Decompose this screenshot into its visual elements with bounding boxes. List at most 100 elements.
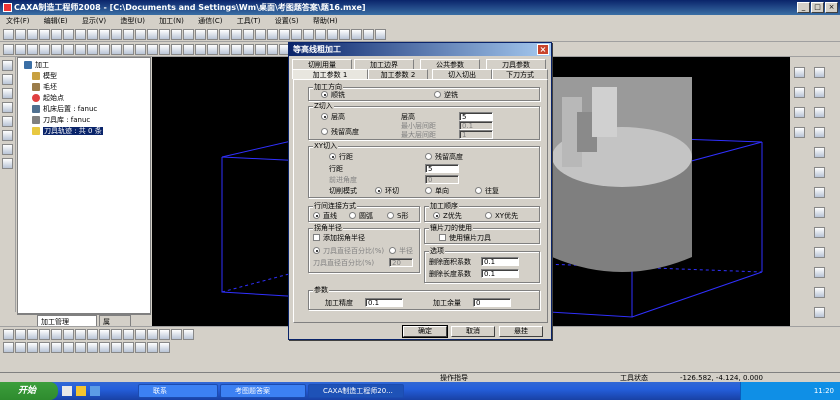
bottom-tool-10-icon[interactable] bbox=[111, 329, 122, 340]
bottom-tool-29-icon[interactable] bbox=[147, 342, 158, 353]
ellipse-tool-icon[interactable] bbox=[814, 207, 825, 218]
offset-icon[interactable] bbox=[243, 44, 254, 55]
rect-tool-icon[interactable] bbox=[814, 147, 825, 158]
radio-mode-single[interactable]: 单向 bbox=[425, 187, 449, 196]
spline-draw-icon[interactable] bbox=[2, 158, 13, 169]
menu-edit[interactable]: 编辑(E) bbox=[38, 15, 74, 27]
bottom-tool-3-icon[interactable] bbox=[27, 329, 38, 340]
bottom-tool-18-icon[interactable] bbox=[15, 342, 26, 353]
bottom-tool-19-icon[interactable] bbox=[27, 342, 38, 353]
tab-tool-params[interactable]: 刀具参数 bbox=[486, 59, 546, 69]
boolean-icon[interactable] bbox=[183, 44, 194, 55]
extend-icon[interactable] bbox=[231, 44, 242, 55]
tab-common-params[interactable]: 公共参数 bbox=[420, 59, 480, 69]
tree-item-blank[interactable]: 毛坯 bbox=[32, 82, 57, 92]
rotate-icon[interactable] bbox=[243, 29, 254, 40]
pan-icon[interactable] bbox=[315, 29, 326, 40]
quicklaunch-ie-icon[interactable] bbox=[62, 386, 72, 396]
arc-tool-icon[interactable] bbox=[814, 107, 825, 118]
bottom-tool-27-icon[interactable] bbox=[123, 342, 134, 353]
bottom-tool-7-icon[interactable] bbox=[75, 329, 86, 340]
curve-tool-icon[interactable] bbox=[814, 67, 825, 78]
tab-machining-params-2[interactable]: 加工参数 2 bbox=[368, 69, 428, 79]
menu-settings[interactable]: 设置(S) bbox=[269, 15, 305, 27]
input-precision[interactable]: 0.1 bbox=[365, 298, 403, 307]
copy-icon[interactable] bbox=[63, 29, 74, 40]
bottom-tool-2-icon[interactable] bbox=[15, 329, 26, 340]
color-icon[interactable] bbox=[159, 29, 170, 40]
input-min-length[interactable]: 0.1 bbox=[481, 269, 519, 278]
hang-button[interactable]: 悬挂 bbox=[499, 326, 543, 337]
bottom-tool-11-icon[interactable] bbox=[123, 329, 134, 340]
menu-communication[interactable]: 通信(C) bbox=[192, 15, 228, 27]
bottom-tool-25-icon[interactable] bbox=[99, 342, 110, 353]
task-answers-folder[interactable]: 考图题答案 bbox=[220, 384, 306, 398]
tree-item-start-point[interactable]: 起始点 bbox=[32, 93, 64, 103]
section-icon[interactable] bbox=[794, 87, 805, 98]
wireframe-icon[interactable] bbox=[363, 29, 374, 40]
point-tool-icon[interactable] bbox=[814, 227, 825, 238]
task-caxa[interactable]: CAXA制造工程师20... bbox=[308, 384, 404, 398]
hatch-tool-icon[interactable] bbox=[814, 287, 825, 298]
radio-conventional[interactable]: 逆铣 bbox=[434, 91, 458, 100]
radio-z-layer-height[interactable]: 层高 bbox=[321, 113, 345, 122]
thicken-icon[interactable] bbox=[207, 44, 218, 55]
polygon-tool-icon[interactable] bbox=[814, 167, 825, 178]
tree-item-tool-library[interactable]: 刀具库 : fanuc bbox=[32, 115, 90, 125]
input-layer-height[interactable]: 5 bbox=[459, 112, 493, 121]
paste-icon[interactable] bbox=[75, 29, 86, 40]
bottom-tool-1-icon[interactable] bbox=[3, 329, 14, 340]
tree-item-model[interactable]: 模型 bbox=[32, 71, 57, 81]
tree-item-toolpath[interactable]: 刀具轨迹 : 共 0 条 bbox=[32, 126, 103, 136]
bottom-tool-26-icon[interactable] bbox=[111, 342, 122, 353]
ok-button[interactable]: 确定 bbox=[402, 325, 448, 338]
sketch-toggle-icon[interactable] bbox=[2, 74, 13, 85]
sweep-icon[interactable] bbox=[27, 44, 38, 55]
rotate-view-icon[interactable] bbox=[794, 67, 805, 78]
shell-icon[interactable] bbox=[111, 44, 122, 55]
transform-icon[interactable] bbox=[195, 29, 206, 40]
radio-mode-ring[interactable]: 环切 bbox=[375, 187, 399, 196]
redo-icon[interactable] bbox=[99, 29, 110, 40]
bottom-tool-20-icon[interactable] bbox=[39, 342, 50, 353]
save-icon[interactable] bbox=[27, 29, 38, 40]
view-front-icon[interactable] bbox=[794, 107, 805, 118]
minimize-button[interactable]: _ bbox=[797, 2, 810, 13]
draft-icon[interactable] bbox=[123, 44, 134, 55]
bottom-tool-15-icon[interactable] bbox=[171, 329, 182, 340]
menu-tools[interactable]: 工具(T) bbox=[231, 15, 267, 27]
hidden-line-icon[interactable] bbox=[375, 29, 386, 40]
task-lianxi[interactable]: 联系 bbox=[138, 384, 218, 398]
help-icon[interactable] bbox=[111, 29, 122, 40]
tab-boundary[interactable]: 加工边界 bbox=[354, 59, 414, 69]
revolve-icon[interactable] bbox=[15, 44, 26, 55]
check-add-corner-radius[interactable]: 添加拐角半径 bbox=[313, 234, 365, 243]
bottom-tool-8-icon[interactable] bbox=[87, 329, 98, 340]
radio-xy-first[interactable]: XY优先 bbox=[485, 212, 518, 221]
line-tool-icon[interactable] bbox=[814, 87, 825, 98]
formula-curve-icon[interactable] bbox=[814, 187, 825, 198]
menu-machining[interactable]: 加工(N) bbox=[153, 15, 190, 27]
fillet-icon[interactable] bbox=[75, 44, 86, 55]
zoom-out-icon[interactable] bbox=[291, 29, 302, 40]
surface-icon[interactable] bbox=[147, 29, 158, 40]
bottom-tool-13-icon[interactable] bbox=[147, 329, 158, 340]
bottom-tool-24-icon[interactable] bbox=[87, 342, 98, 353]
blend-icon[interactable] bbox=[267, 44, 278, 55]
bottom-tool-4-icon[interactable] bbox=[39, 329, 50, 340]
bottom-tool-6-icon[interactable] bbox=[63, 329, 74, 340]
radio-z-residual[interactable]: 残留高度 bbox=[321, 128, 359, 137]
line-icon[interactable] bbox=[123, 29, 134, 40]
cut-revolve-icon[interactable] bbox=[63, 44, 74, 55]
radio-connect-line[interactable]: 直线 bbox=[313, 212, 337, 221]
radio-mode-back[interactable]: 往复 bbox=[475, 187, 499, 196]
open-file-icon[interactable] bbox=[15, 29, 26, 40]
bottom-tool-23-icon[interactable] bbox=[75, 342, 86, 353]
tab-lead-in-out[interactable]: 切入切出 bbox=[432, 69, 492, 79]
spline-tool-icon[interactable] bbox=[814, 247, 825, 258]
curve-icon[interactable] bbox=[135, 29, 146, 40]
tab-machining-params-1[interactable]: 加工参数 1 bbox=[292, 69, 368, 79]
close-button[interactable]: × bbox=[825, 2, 838, 13]
rect-draw-icon[interactable] bbox=[2, 144, 13, 155]
bottom-tool-28-icon[interactable] bbox=[135, 342, 146, 353]
